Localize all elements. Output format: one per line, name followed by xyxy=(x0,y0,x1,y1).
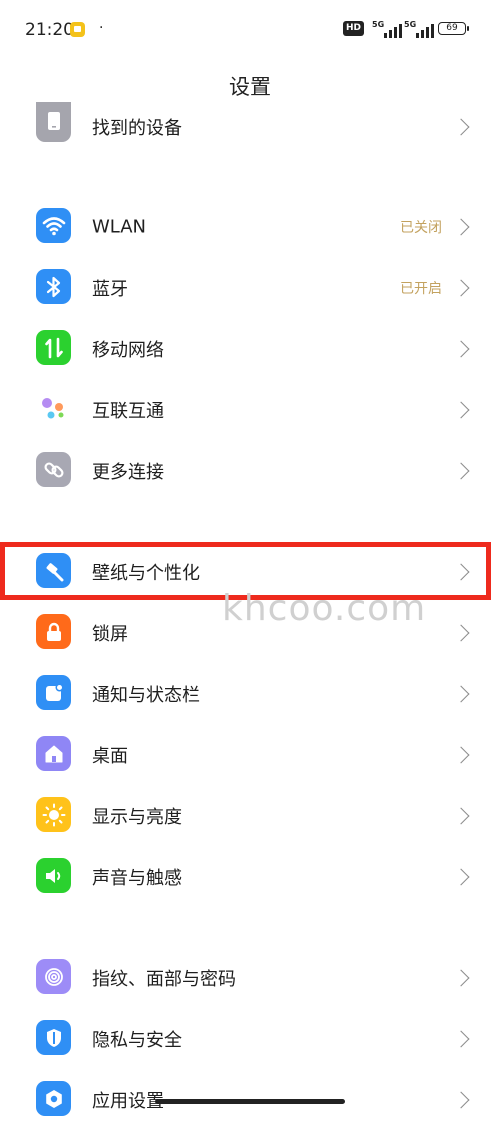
settings-item-label: WLAN xyxy=(92,216,147,237)
sun-icon xyxy=(36,797,71,832)
settings-item-sound[interactable]: 声音与触感 xyxy=(0,846,500,907)
settings-item-label: 通知与状态栏 xyxy=(92,684,200,706)
app-settings-icon xyxy=(36,1081,71,1116)
chevron-right-icon xyxy=(452,401,470,418)
chevron-right-icon xyxy=(452,969,470,986)
settings-item-label: 应用设置 xyxy=(92,1090,164,1112)
settings-item-mobile-network[interactable]: 移动网络 xyxy=(0,318,500,379)
notification-icon xyxy=(36,675,71,710)
chevron-right-icon xyxy=(452,340,470,357)
chevron-right-icon xyxy=(452,462,470,479)
signal-strength-icon-2: 5G xyxy=(404,20,434,38)
bluetooth-icon xyxy=(36,269,71,304)
settings-item-label: 桌面 xyxy=(92,745,128,767)
fingerprint-icon xyxy=(36,959,71,994)
settings-item-bluetooth[interactable]: 蓝牙 已开启 xyxy=(0,257,500,318)
chevron-right-icon xyxy=(452,685,470,702)
settings-item-interconnect[interactable]: 互联互通 xyxy=(0,379,500,440)
settings-item-label: 蓝牙 xyxy=(92,278,128,300)
settings-item-label: 找到的设备 xyxy=(92,117,182,139)
find-device-icon xyxy=(36,102,71,142)
speaker-icon xyxy=(36,858,71,893)
status-dot: · xyxy=(99,20,104,36)
settings-item-biometrics[interactable]: 指纹、面部与密码 xyxy=(0,947,500,1008)
settings-item-home-screen[interactable]: 桌面 xyxy=(0,724,500,785)
chevron-right-icon xyxy=(452,624,470,641)
watermark: khcoo.com xyxy=(222,588,427,629)
hd-volte-icon: HD xyxy=(343,21,364,36)
chevron-right-icon xyxy=(452,807,470,824)
chevron-right-icon xyxy=(452,118,470,135)
settings-item-find-device[interactable]: 找到的设备 xyxy=(0,96,500,157)
wlan-status: 已关闭 xyxy=(400,219,442,236)
settings-item-display[interactable]: 显示与亮度 xyxy=(0,785,500,846)
paint-brush-icon xyxy=(36,553,71,588)
chevron-right-icon xyxy=(452,746,470,763)
chevron-right-icon xyxy=(452,1091,470,1108)
settings-item-label: 更多连接 xyxy=(92,461,164,483)
wifi-icon xyxy=(36,208,71,243)
lock-icon xyxy=(36,614,71,649)
status-bar: 21:20 · HD 5G 5G 69 xyxy=(0,0,500,60)
chevron-right-icon xyxy=(452,563,470,580)
notification-app-icon xyxy=(70,22,85,37)
settings-item-privacy[interactable]: 隐私与安全 xyxy=(0,1008,500,1069)
home-indicator-bar[interactable] xyxy=(155,1099,345,1104)
shield-icon xyxy=(36,1020,71,1055)
settings-item-label: 壁纸与个性化 xyxy=(92,562,200,584)
settings-item-more-connections[interactable]: 更多连接 xyxy=(0,440,500,501)
mobile-data-icon xyxy=(36,330,71,365)
settings-item-label: 移动网络 xyxy=(92,339,164,361)
settings-item-label: 隐私与安全 xyxy=(92,1029,182,1051)
signal-strength-icon: 5G xyxy=(372,20,402,38)
settings-item-wlan[interactable]: WLAN 已关闭 xyxy=(0,196,500,257)
home-icon xyxy=(36,736,71,771)
chevron-right-icon xyxy=(452,218,470,235)
chevron-right-icon xyxy=(452,1030,470,1047)
settings-item-notifications[interactable]: 通知与状态栏 xyxy=(0,663,500,724)
bluetooth-status: 已开启 xyxy=(400,280,442,297)
settings-item-label: 互联互通 xyxy=(92,400,164,422)
chevron-right-icon xyxy=(452,868,470,885)
settings-item-label: 显示与亮度 xyxy=(92,806,182,828)
settings-item-label: 锁屏 xyxy=(92,623,128,645)
chevron-right-icon xyxy=(452,279,470,296)
settings-item-label: 指纹、面部与密码 xyxy=(92,968,236,990)
status-time: 21:20 xyxy=(25,20,74,40)
interconnect-dots-icon xyxy=(36,391,71,426)
settings-item-label: 声音与触感 xyxy=(92,867,182,889)
link-icon xyxy=(36,452,71,487)
battery-icon: 69 xyxy=(438,22,469,35)
